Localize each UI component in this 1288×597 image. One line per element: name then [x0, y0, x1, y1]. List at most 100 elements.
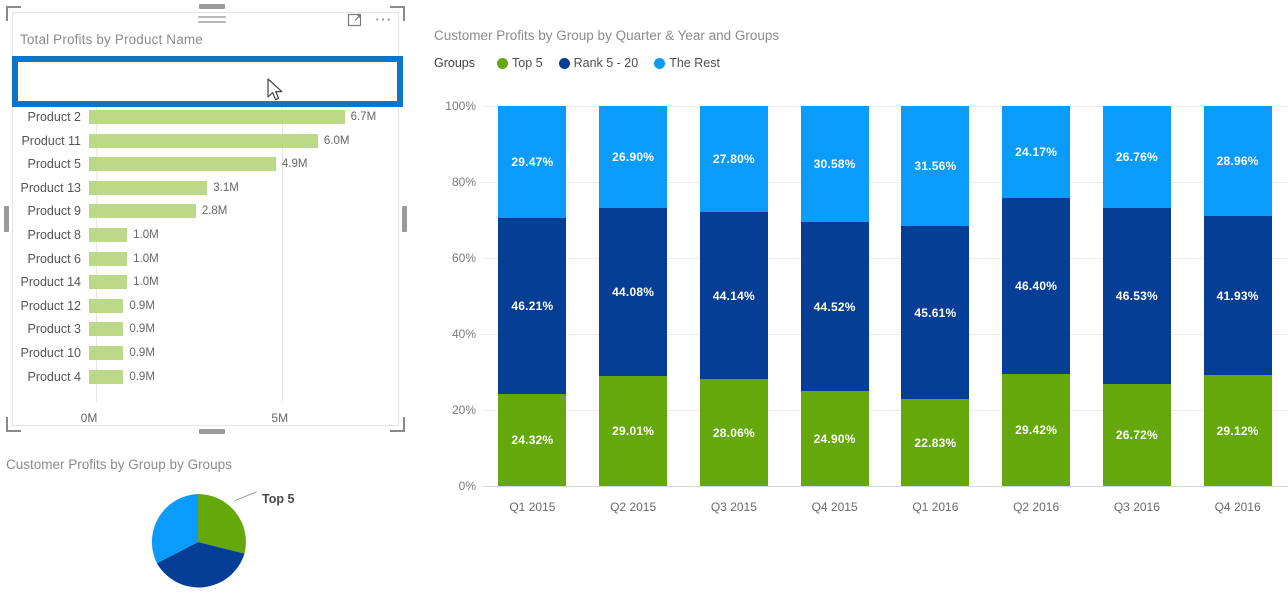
stacked-column[interactable]: 29.12% 41.93% 28.96% — [1203, 105, 1272, 486]
segment-value-label: 31.56% — [914, 158, 957, 173]
bar-category-label: Product 11 — [21, 133, 81, 148]
segment-value-label: 24.17% — [1015, 144, 1058, 159]
bar-track: 0.9M — [89, 318, 398, 342]
stacked-segment[interactable]: 29.12% — [1203, 375, 1272, 486]
total-profits-visual[interactable]: ⋯ Total Profits by Product Name Product … — [4, 4, 407, 434]
stacked-segment[interactable]: 24.17% — [1002, 106, 1071, 198]
bar-row[interactable]: Product 14 1.0M — [13, 270, 398, 294]
y-axis-tick-label: 60% — [451, 251, 476, 265]
bar-fill[interactable] — [89, 322, 124, 337]
bar-row[interactable]: Product 6 1.0M — [13, 247, 398, 271]
gridline — [482, 486, 1288, 487]
bar-row[interactable]: Product 11 6.0M — [13, 129, 398, 153]
stacked-segment[interactable]: 44.08% — [599, 208, 668, 376]
bar-fill[interactable] — [89, 251, 128, 266]
selection-highlight-fill — [18, 62, 397, 101]
customer-profits-stacked-visual[interactable]: Customer Profits by Group by Quarter & Y… — [428, 18, 1288, 515]
bar-row[interactable]: Product 12 0.9M — [13, 294, 398, 318]
bar-value-label: 4.9M — [281, 158, 308, 171]
stacked-column[interactable]: 26.72% 46.53% 26.76% — [1102, 105, 1171, 486]
bar-fill[interactable] — [89, 204, 196, 219]
stacked-segment[interactable]: 28.96% — [1203, 105, 1272, 217]
sort-handle-icon[interactable] — [198, 16, 226, 28]
bar-fill[interactable] — [89, 298, 124, 313]
bar-fill[interactable] — [89, 369, 124, 384]
bar-row[interactable]: Product 13 3.1M — [13, 176, 398, 200]
stacked-column[interactable]: 29.42% 46.40% 24.17% — [1002, 106, 1071, 486]
stacked-segment[interactable]: 31.56% — [901, 106, 970, 226]
segment-value-label: 29.42% — [1015, 423, 1058, 438]
stacked-segment[interactable]: 26.90% — [599, 106, 668, 209]
bar-row[interactable]: Product 5 4.9M — [13, 152, 398, 176]
focus-mode-icon[interactable] — [347, 12, 363, 28]
stacked-segment[interactable]: 22.83% — [901, 399, 970, 486]
stacked-column[interactable]: 29.01% 44.08% 26.90% — [599, 106, 668, 486]
stacked-segment[interactable]: 46.53% — [1102, 207, 1171, 385]
stacked-segment[interactable]: 44.14% — [699, 211, 768, 380]
legend-item-top5[interactable]: Top 5 — [497, 56, 543, 70]
stacked-segment[interactable]: 24.32% — [498, 393, 567, 486]
bar-row[interactable]: Product 2 6.7M — [13, 105, 398, 129]
bar-category-label: Product 6 — [27, 251, 81, 266]
bar-category-label: Product 10 — [20, 345, 81, 360]
legend-label: Top 5 — [512, 56, 543, 70]
stacked-column[interactable]: 24.32% 46.21% 29.47% — [498, 106, 567, 486]
stacked-segment[interactable]: 29.01% — [599, 375, 668, 486]
bar-fill[interactable] — [89, 133, 318, 148]
bar-fill[interactable] — [89, 109, 345, 124]
stacked-segment[interactable]: 27.80% — [699, 106, 768, 212]
stacked-segment[interactable]: 26.76% — [1102, 105, 1171, 208]
stacked-segment[interactable]: 44.52% — [800, 222, 869, 392]
bar-category-label: Product 12 — [20, 298, 81, 313]
bar-row[interactable]: Product 9 2.8M — [13, 200, 398, 224]
bar-row[interactable]: Product 10 0.9M — [13, 341, 398, 365]
resize-handle-top[interactable] — [199, 4, 225, 9]
stacked-segment[interactable]: 46.40% — [1002, 197, 1071, 375]
stacked-column[interactable]: 28.06% 44.14% 27.80% — [699, 106, 768, 486]
y-axis-tick-label: 100% — [445, 99, 476, 113]
stacked-column[interactable]: 22.83% 45.61% 31.56% — [901, 106, 970, 486]
x-axis-tick-label: Q4 2015 — [811, 500, 858, 514]
stacked-segment[interactable]: 46.21% — [498, 218, 567, 394]
stacked-segment[interactable]: 45.61% — [901, 225, 970, 400]
stacked-segment[interactable]: 24.90% — [800, 391, 869, 486]
pie-callout-label: Top 5 — [262, 492, 295, 506]
stacked-segment[interactable]: 41.93% — [1203, 216, 1272, 376]
bar-row[interactable]: Product 4 0.9M — [13, 365, 398, 389]
bar-row[interactable]: Product 3 0.9M — [13, 318, 398, 342]
stacked-segment[interactable]: 26.72% — [1102, 384, 1171, 486]
segment-value-label: 46.40% — [1015, 279, 1058, 294]
segment-value-label: 22.83% — [914, 435, 957, 450]
bar-fill[interactable] — [89, 157, 276, 172]
bar-category-label: Product 2 — [27, 109, 81, 124]
bar-fill[interactable] — [89, 227, 128, 242]
bar-category-label: Product 13 — [20, 180, 81, 195]
resize-handle-right[interactable] — [402, 206, 407, 232]
bar-row[interactable]: Product 8 1.0M — [13, 223, 398, 247]
resize-handle-bottom[interactable] — [199, 429, 225, 434]
stacked-segment[interactable]: 29.47% — [498, 106, 567, 218]
bar-value-label: 6.7M — [350, 110, 377, 123]
bar-category-label: Product 8 — [27, 227, 81, 242]
bar-fill[interactable] — [89, 275, 128, 290]
segment-value-label: 45.61% — [914, 305, 957, 320]
resize-corner-bottom-right[interactable] — [390, 417, 405, 432]
stacked-column[interactable]: 24.90% 44.52% 30.58% — [800, 106, 869, 486]
legend-item-rank-5-20[interactable]: Rank 5 - 20 — [558, 56, 638, 70]
stacked-segment[interactable]: 30.58% — [800, 106, 869, 223]
stacked-chart-title: Customer Profits by Group by Quarter & Y… — [434, 28, 780, 43]
resize-corner-bottom-left[interactable] — [6, 417, 21, 432]
stacked-segment[interactable]: 29.42% — [1002, 374, 1071, 486]
more-options-icon[interactable]: ⋯ — [375, 11, 394, 28]
resize-corner-top-left[interactable] — [6, 6, 21, 21]
bar-fill[interactable] — [89, 345, 124, 360]
legend-item-the-rest[interactable]: The Rest — [654, 56, 720, 70]
segment-value-label: 24.32% — [511, 432, 554, 447]
bar-fill[interactable] — [89, 180, 208, 195]
legend-swatch-icon — [497, 57, 508, 69]
x-axis-tick-label: Q3 2016 — [1113, 500, 1160, 514]
stacked-segment[interactable]: 28.06% — [699, 379, 768, 486]
resize-handle-left[interactable] — [4, 206, 9, 232]
segment-value-label: 28.06% — [712, 425, 755, 440]
pie-chart[interactable] — [148, 492, 248, 592]
